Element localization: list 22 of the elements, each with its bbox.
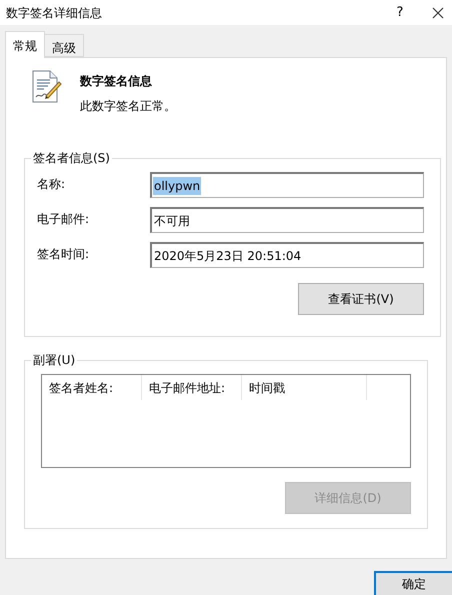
countersignature-list[interactable]: 签名者姓名: 电子邮件地址: 时间戳 <box>41 374 411 468</box>
signed-document-icon <box>30 70 62 104</box>
window-title: 数字签名详细信息 <box>6 4 102 22</box>
tab[interactable]: 高级 <box>45 34 84 57</box>
tab[interactable]: 常规 <box>5 31 45 58</box>
field-label: 电子邮件: <box>37 211 90 228</box>
section-title: 数字签名信息 <box>80 73 153 90</box>
status-text: 此数字签名正常。 <box>80 98 176 115</box>
column-header[interactable]: 时间戳 <box>242 375 367 400</box>
text-field[interactable]: ollypwn <box>150 172 424 198</box>
group-legend: 签名者信息(S) <box>31 149 112 167</box>
view-certificate-button[interactable]: 查看证书(V) <box>298 283 424 315</box>
field-label: 签名时间: <box>37 246 90 263</box>
help-button[interactable]: ? <box>390 2 410 22</box>
ok-button[interactable]: 确定 <box>374 571 452 595</box>
group-legend: 副署(U) <box>31 351 78 369</box>
column-header[interactable]: 签名者姓名: <box>42 375 142 400</box>
close-icon[interactable] <box>432 6 444 18</box>
column-header[interactable]: 电子邮件地址: <box>142 375 242 400</box>
text-field[interactable]: 2020年5月23日 20:51:04 <box>150 242 424 268</box>
text-field[interactable]: 不可用 <box>150 207 424 233</box>
field-label: 名称: <box>37 176 66 193</box>
